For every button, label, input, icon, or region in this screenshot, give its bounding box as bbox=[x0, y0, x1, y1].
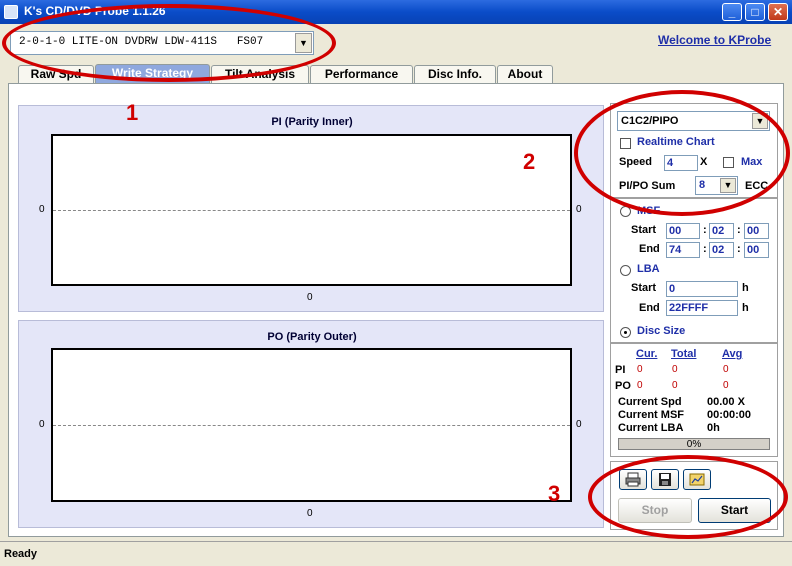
lba-label: LBA bbox=[637, 263, 660, 275]
msf-start-frame[interactable]: 00 bbox=[744, 223, 769, 239]
po-y-left-label: 0 bbox=[39, 419, 45, 430]
pi-chart-title: PI (Parity Inner) bbox=[271, 116, 353, 128]
msf-end-frame[interactable]: 00 bbox=[744, 242, 769, 258]
stats-row-label: PI bbox=[615, 364, 626, 376]
pi-avg-value: 0 bbox=[723, 364, 729, 375]
po-y-right-label: 0 bbox=[576, 419, 582, 430]
lba-end-input[interactable]: 22FFFF bbox=[666, 300, 738, 316]
stats-row-label: PO bbox=[615, 380, 631, 392]
msf-start-label: Start bbox=[631, 224, 657, 236]
stats-header-total: Total bbox=[671, 348, 697, 360]
msf-sep: : bbox=[737, 224, 741, 236]
current-spd-label: Current Spd bbox=[618, 396, 682, 408]
msf-sep: : bbox=[703, 224, 707, 236]
msf-end-label: End bbox=[639, 243, 660, 255]
pi-x-label: 0 bbox=[307, 292, 313, 303]
annotation-number-1: 1 bbox=[126, 100, 139, 125]
po-zero-line bbox=[53, 425, 570, 426]
lba-start-unit: h bbox=[742, 282, 749, 294]
annotation-oval-1 bbox=[2, 4, 336, 82]
range-group bbox=[610, 198, 778, 343]
lba-end-unit: h bbox=[742, 302, 749, 314]
current-lba-value: 0h bbox=[707, 422, 720, 434]
pi-plot-area bbox=[51, 134, 572, 286]
annotation-oval-2 bbox=[574, 90, 790, 216]
disc-size-radio[interactable] bbox=[620, 327, 631, 338]
lba-end-label: End bbox=[639, 302, 660, 314]
tab-about[interactable]: About bbox=[497, 65, 553, 83]
current-msf-value: 00:00:00 bbox=[707, 409, 752, 421]
tab-disc-info[interactable]: Disc Info. bbox=[414, 65, 496, 83]
po-cur-value: 0 bbox=[637, 380, 643, 391]
minimize-button[interactable]: _ bbox=[722, 3, 742, 21]
msf-start-min[interactable]: 00 bbox=[666, 223, 700, 239]
annotation-number-2: 2 bbox=[523, 149, 536, 174]
po-chart-title: PO (Parity Outer) bbox=[267, 331, 357, 343]
po-plot-area bbox=[51, 348, 572, 502]
msf-sep: : bbox=[703, 243, 707, 255]
progress-text: 0% bbox=[686, 439, 702, 450]
lba-start-label: Start bbox=[631, 282, 657, 294]
status-text: Ready bbox=[4, 548, 38, 560]
annotation-number-3: 3 bbox=[548, 481, 561, 506]
stats-header-avg: Avg bbox=[722, 348, 743, 360]
disc-size-label: Disc Size bbox=[637, 325, 686, 337]
po-avg-value: 0 bbox=[723, 380, 729, 391]
po-x-label: 0 bbox=[307, 508, 313, 519]
close-button[interactable]: ✕ bbox=[768, 3, 788, 21]
stats-header-cur: Cur. bbox=[636, 348, 658, 360]
current-lba-label: Current LBA bbox=[618, 422, 684, 434]
lba-start-input[interactable]: 0 bbox=[666, 281, 738, 297]
progress-bar: 0% bbox=[618, 438, 770, 450]
current-msf-label: Current MSF bbox=[618, 409, 684, 421]
pi-zero-line bbox=[53, 210, 570, 211]
pi-total-value: 0 bbox=[672, 364, 678, 375]
lba-radio[interactable] bbox=[620, 265, 631, 276]
current-spd-value: 00.00 X bbox=[707, 396, 745, 408]
pi-cur-value: 0 bbox=[637, 364, 643, 375]
annotation-oval-3 bbox=[588, 455, 788, 539]
msf-start-sec[interactable]: 02 bbox=[709, 223, 734, 239]
msf-end-min[interactable]: 74 bbox=[666, 242, 700, 258]
po-total-value: 0 bbox=[672, 380, 678, 391]
app-icon bbox=[4, 5, 18, 19]
pi-y-left-label: 0 bbox=[39, 204, 45, 215]
tab-performance[interactable]: Performance bbox=[310, 65, 413, 83]
msf-end-sec[interactable]: 02 bbox=[709, 242, 734, 258]
po-chart: PO (Parity Outer) 0 0 0 bbox=[18, 320, 604, 528]
status-bar: Ready bbox=[0, 541, 792, 566]
msf-sep: : bbox=[737, 243, 741, 255]
pi-chart: PI (Parity Inner) 0 0 0 bbox=[18, 105, 604, 312]
welcome-link[interactable]: Welcome to KProbe bbox=[658, 33, 771, 47]
pi-y-right-label: 0 bbox=[576, 204, 582, 215]
maximize-button[interactable]: □ bbox=[745, 3, 765, 21]
